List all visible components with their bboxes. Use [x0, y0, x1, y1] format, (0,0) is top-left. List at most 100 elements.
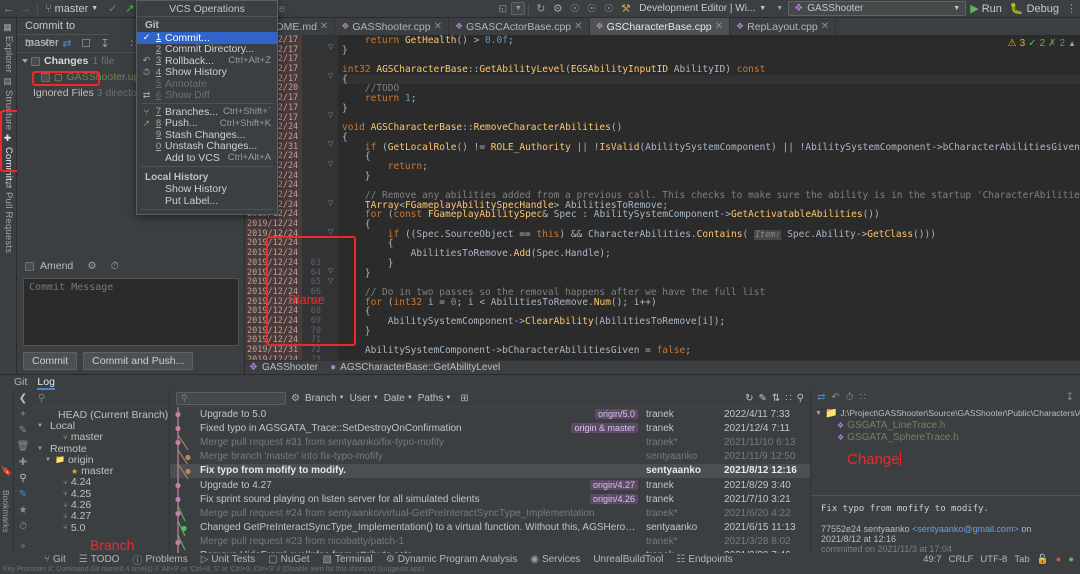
- status-item-terminal[interactable]: ▧ Terminal: [323, 554, 373, 565]
- code-line[interactable]: }: [338, 172, 1080, 182]
- rollback-icon[interactable]: ↶: [39, 36, 57, 52]
- code-line[interactable]: }: [338, 104, 1080, 114]
- code-line[interactable]: {: [338, 152, 1080, 162]
- commit-row[interactable]: Fixed typo in AGSGATA_Trace::SetDestroyO…: [170, 421, 810, 435]
- tab-git[interactable]: Git: [14, 375, 27, 390]
- line-separator[interactable]: CRLF: [949, 554, 974, 565]
- delete-icon[interactable]: 🗑: [14, 438, 32, 454]
- code-line[interactable]: AbilitiesToRemove.Add(Spec.Handle);: [338, 249, 1080, 259]
- status-item-nuget[interactable]: ▢ NuGet: [268, 554, 309, 565]
- chevron-up-icon[interactable]: ▲: [1068, 39, 1076, 48]
- refresh-icon[interactable]: ↻: [532, 1, 549, 17]
- status-item-unrealbuildtool[interactable]: UnrealBuildTool: [593, 554, 663, 565]
- menu-item-local-show-history[interactable]: Show History: [137, 184, 277, 196]
- refresh-icon[interactable]: ↻: [20, 36, 38, 52]
- clock-icon[interactable]: ⏱: [14, 518, 32, 534]
- branch-tree-item[interactable]: ▼📁origin: [32, 454, 169, 465]
- expand-icon[interactable]: ◱: [494, 1, 511, 17]
- code-line[interactable]: for (const FGameplayAbilitySpec& Spec : …: [338, 210, 1080, 220]
- branch-tree-item[interactable]: ⑂4.24: [32, 477, 169, 488]
- status-item-dynamic-program-analysis[interactable]: ⚙ Dynamic Program Analysis: [386, 554, 517, 565]
- commit-hash[interactable]: 77552e24: [821, 524, 861, 534]
- commit-message-input[interactable]: Commit Message: [23, 278, 239, 346]
- branch-tree-item[interactable]: ⑂5.0: [32, 522, 169, 533]
- branch-tree-item[interactable]: ⑂4.25: [32, 488, 169, 499]
- new-log-tab-icon[interactable]: ⊞: [460, 393, 468, 404]
- new-tab-icon[interactable]: ✚: [14, 454, 32, 470]
- sidebar-item-commit[interactable]: ✚ Commit: [1, 131, 16, 184]
- highlight-icon[interactable]: ✎: [14, 486, 32, 502]
- file-encoding[interactable]: UTF-8: [980, 554, 1007, 565]
- filter-user[interactable]: User ▼: [350, 393, 379, 404]
- update-project-icon[interactable]: ✓: [104, 1, 121, 17]
- unreal-icon-1[interactable]: ☉: [566, 1, 583, 17]
- chevron-icon[interactable]: ▼: [36, 446, 44, 452]
- more-actions-icon[interactable]: ⋮: [1063, 1, 1080, 17]
- code-line[interactable]: return 1;: [338, 94, 1080, 104]
- menu-item-rollback[interactable]: ↶ 3 Rollback... Ctrl+Alt+Z: [137, 55, 277, 67]
- inspection-widget[interactable]: ⚠ 3 ✓ 2 ✗ 2 ▲: [1008, 38, 1076, 49]
- menu-item-add-to-vcs[interactable]: Add to VCS Ctrl+Alt+A: [137, 152, 277, 164]
- commit-row[interactable]: Merge pull request #24 from sentyaanko/v…: [170, 506, 810, 520]
- indent-mode[interactable]: Tab: [1014, 554, 1029, 565]
- diff-icon[interactable]: ⇄: [58, 36, 76, 52]
- lock-icon[interactable]: 🔓: [1037, 554, 1049, 565]
- download-icon[interactable]: ↧: [1066, 392, 1080, 403]
- commit-button[interactable]: Commit: [23, 352, 77, 370]
- code-line[interactable]: return GetHealth() > 0.0f;: [338, 36, 1080, 46]
- close-icon[interactable]: ✕: [434, 21, 442, 32]
- status-item-todo[interactable]: ☰ TODO: [79, 554, 120, 565]
- diff-icon[interactable]: ⇄: [817, 392, 825, 403]
- code-line[interactable]: AbilitySystemComponent->bCharacterAbilit…: [338, 346, 1080, 356]
- sidebar-item-pull-requests[interactable]: ⇄ Pull Requests: [1, 178, 16, 256]
- menu-item-put-label[interactable]: Put Label...: [137, 195, 277, 207]
- commit-options-gear-icon[interactable]: ⚙: [87, 260, 96, 272]
- sidebar-item-structure[interactable]: ▤ Structure: [1, 74, 16, 134]
- branch-tree-item[interactable]: HEAD (Current Branch): [32, 409, 169, 420]
- run-button[interactable]: ▶ Run: [966, 2, 1006, 15]
- error-icon[interactable]: ●: [1056, 554, 1062, 565]
- arrow-right-icon[interactable]: →: [17, 1, 34, 17]
- config-expand-icon[interactable]: ▼: [771, 1, 788, 17]
- commit-row[interactable]: Merge pull request #23 from nicobatty/pa…: [170, 535, 810, 549]
- tab-gsascactorbase-cpp[interactable]: ❖ GSASCActorBase.cpp ✕: [449, 18, 590, 35]
- branch-selector[interactable]: ⑂ master ▼: [41, 2, 104, 16]
- branch-tree-item[interactable]: ⑂4.26: [32, 499, 169, 510]
- code-line[interactable]: }: [338, 259, 1080, 269]
- tab-gasshooter-cpp[interactable]: ❖ GASShooter.cpp ✕: [335, 18, 449, 35]
- refresh-icon[interactable]: ↻: [745, 393, 753, 404]
- expand-icon[interactable]: ∷: [785, 393, 791, 404]
- branch-search-input[interactable]: ⚲: [32, 390, 169, 407]
- branch-tree-item[interactable]: ⑂4.27: [32, 511, 169, 522]
- shelve-icon[interactable]: ↧: [96, 36, 114, 52]
- branch-tree-item[interactable]: ★master: [32, 465, 169, 476]
- caret-position[interactable]: 49:7: [923, 554, 942, 565]
- code-line[interactable]: int32 AGSCharacterBase::GetAbilityLevel(…: [338, 65, 1080, 75]
- favorite-icon[interactable]: ★: [14, 502, 32, 518]
- preview-icon[interactable]: ☐: [77, 36, 95, 52]
- search-icon[interactable]: ⚲: [14, 470, 32, 486]
- chevron-left-icon[interactable]: ❮: [14, 390, 32, 406]
- commit-row[interactable]: Merge branch 'master' into fix-typo-mofi…: [170, 450, 810, 464]
- settings-gear-icon[interactable]: ⚙: [549, 1, 566, 17]
- code-line[interactable]: }: [338, 269, 1080, 279]
- ok-icon[interactable]: ●: [1068, 554, 1074, 565]
- build-icon[interactable]: ⚒: [617, 1, 634, 17]
- commit-row[interactable]: Fix sprint sound playing on listen serve…: [170, 492, 810, 506]
- menu-item-commit-directory[interactable]: 2 Commit Directory...: [137, 44, 277, 56]
- code-line[interactable]: }: [338, 327, 1080, 337]
- menu-item-commit[interactable]: ✓ 1 Commit...: [137, 32, 277, 44]
- file-row[interactable]: ❖ GSGATA_SphereTrace.h: [815, 431, 1076, 443]
- file-checkbox[interactable]: [41, 73, 50, 82]
- close-icon[interactable]: ✕: [574, 21, 582, 32]
- code-text[interactable]: return GetHealth() > 0.0f;} int32 AGSChar…: [338, 35, 1080, 374]
- code-line[interactable]: {: [338, 75, 1080, 85]
- dropdown-icon[interactable]: ▼: [511, 2, 525, 15]
- commit-row[interactable]: Merge pull request #31 from sentyaanko/f…: [170, 435, 810, 449]
- gear-icon[interactable]: ⚙: [291, 393, 300, 404]
- revert-icon[interactable]: ↶: [831, 392, 839, 403]
- status-item-endpoints[interactable]: ☷ Endpoints: [676, 554, 732, 565]
- edit-icon[interactable]: ✎: [14, 422, 32, 438]
- run-configuration-selector[interactable]: ❖ GASShooter ▼: [788, 1, 966, 16]
- unreal-icon-3[interactable]: ☉: [600, 1, 617, 17]
